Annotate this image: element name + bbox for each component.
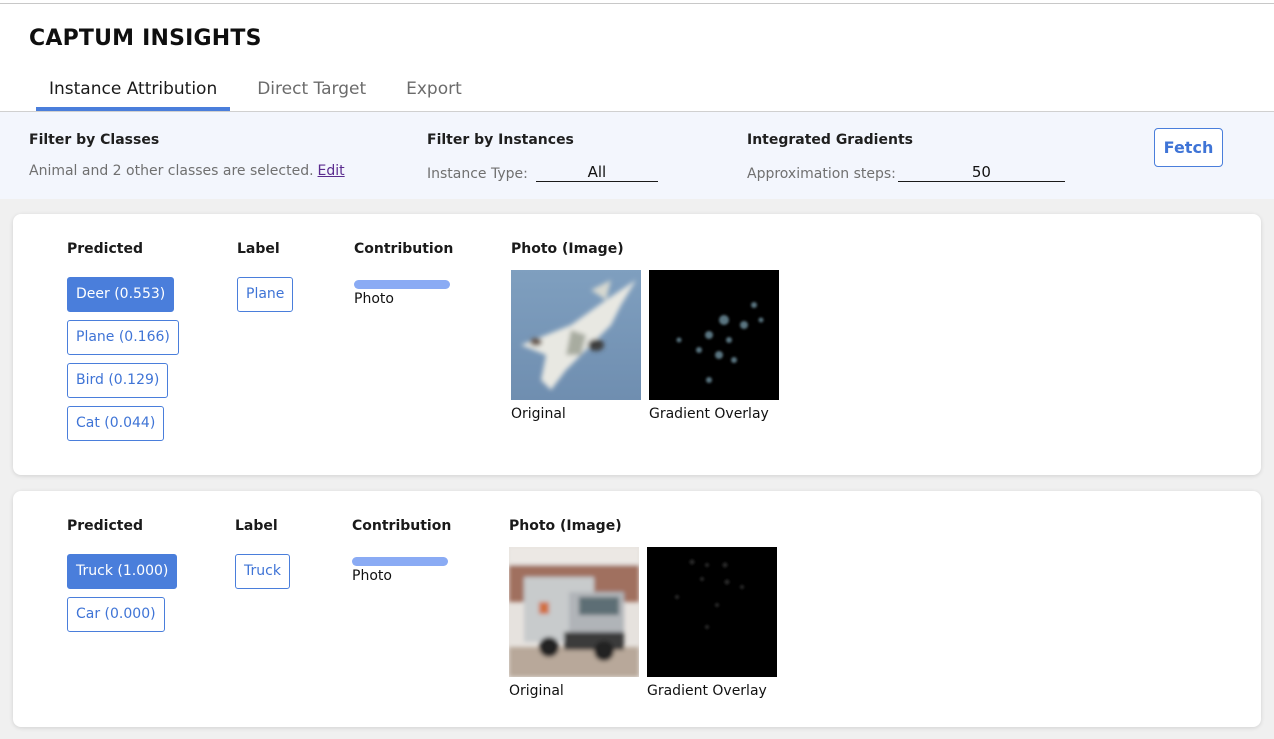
filter-by-instances: Filter by Instances Instance Type:: [427, 132, 658, 182]
filter-by-classes: Filter by Classes Animal and 2 other cla…: [29, 132, 345, 179]
photo-header: Photo (Image): [509, 518, 622, 534]
instance-type-label: Instance Type:: [427, 166, 528, 182]
instance-card: Predicted Deer (0.553) Plane (0.166) Bir…: [13, 214, 1261, 475]
predicted-class-pill[interactable]: Car (0.000): [67, 597, 165, 632]
fetch-button[interactable]: Fetch: [1154, 128, 1223, 167]
original-image: [511, 270, 641, 400]
tab-direct-target[interactable]: Direct Target: [244, 77, 379, 111]
predicted-class-pill[interactable]: Plane (0.166): [67, 320, 179, 355]
predicted-header: Predicted: [67, 518, 143, 534]
filter-bar: Filter by Classes Animal and 2 other cla…: [0, 112, 1274, 199]
contribution-header: Contribution: [352, 518, 452, 534]
approximation-steps-label: Approximation steps:: [747, 166, 896, 182]
contribution-label: Photo: [354, 291, 394, 307]
predicted-class-pill[interactable]: Bird (0.129): [67, 363, 169, 398]
instance-card: Predicted Truck (1.000) Car (0.000) Labe…: [13, 491, 1261, 727]
photo-column: Photo (Image) Original Gradient Overlay: [511, 241, 787, 422]
label-column: Label Plane: [237, 241, 294, 320]
contribution-bar: [354, 280, 450, 289]
overlay-caption: Gradient Overlay: [647, 683, 767, 699]
contribution-bar: [352, 557, 448, 566]
tab-instance-attribution[interactable]: Instance Attribution: [36, 77, 231, 111]
true-label-pill[interactable]: Truck: [235, 554, 290, 589]
filter-instances-title: Filter by Instances: [427, 132, 574, 148]
photo-column: Photo (Image) Original Gradient Overlay: [509, 518, 785, 699]
gradient-overlay-image: [647, 547, 777, 677]
contribution-header: Contribution: [354, 241, 454, 257]
predicted-header: Predicted: [67, 241, 143, 257]
original-image: [509, 547, 639, 677]
true-label-pill[interactable]: Plane: [237, 277, 294, 312]
app-title: CAPTUM INSIGHTS: [29, 26, 262, 51]
tab-export[interactable]: Export: [393, 77, 475, 111]
label-header: Label: [237, 241, 280, 257]
approximation-steps-input[interactable]: [897, 163, 1065, 182]
contribution-column: Contribution Photo: [354, 241, 453, 307]
overlay-caption: Gradient Overlay: [649, 406, 769, 422]
predicted-class-pill[interactable]: Cat (0.044): [67, 406, 165, 441]
edit-classes-link[interactable]: Edit: [318, 163, 345, 179]
predicted-column: Predicted Deer (0.553) Plane (0.166) Bir…: [67, 241, 179, 449]
tab-bar: Instance Attribution Direct Target Expor…: [36, 77, 489, 111]
filter-classes-title: Filter by Classes: [29, 132, 160, 148]
predicted-column: Predicted Truck (1.000) Car (0.000): [67, 518, 178, 640]
label-header: Label: [235, 518, 278, 534]
label-column: Label Truck: [235, 518, 290, 597]
instance-type-select[interactable]: [535, 163, 658, 182]
photo-header: Photo (Image): [511, 241, 624, 257]
integrated-gradients-settings: Integrated Gradients Approximation steps…: [747, 132, 1065, 182]
predicted-class-pill[interactable]: Truck (1.000): [67, 554, 178, 589]
gradient-overlay-image: [649, 270, 779, 400]
predicted-class-pill[interactable]: Deer (0.553): [67, 277, 175, 312]
app-header: CAPTUM INSIGHTS Instance Attribution Dir…: [0, 4, 1274, 112]
contribution-column: Contribution Photo: [352, 518, 451, 584]
contribution-label: Photo: [352, 568, 392, 584]
original-caption: Original: [509, 683, 564, 699]
method-title: Integrated Gradients: [747, 132, 913, 148]
classes-summary: Animal and 2 other classes are selected.: [29, 163, 314, 179]
original-caption: Original: [511, 406, 566, 422]
